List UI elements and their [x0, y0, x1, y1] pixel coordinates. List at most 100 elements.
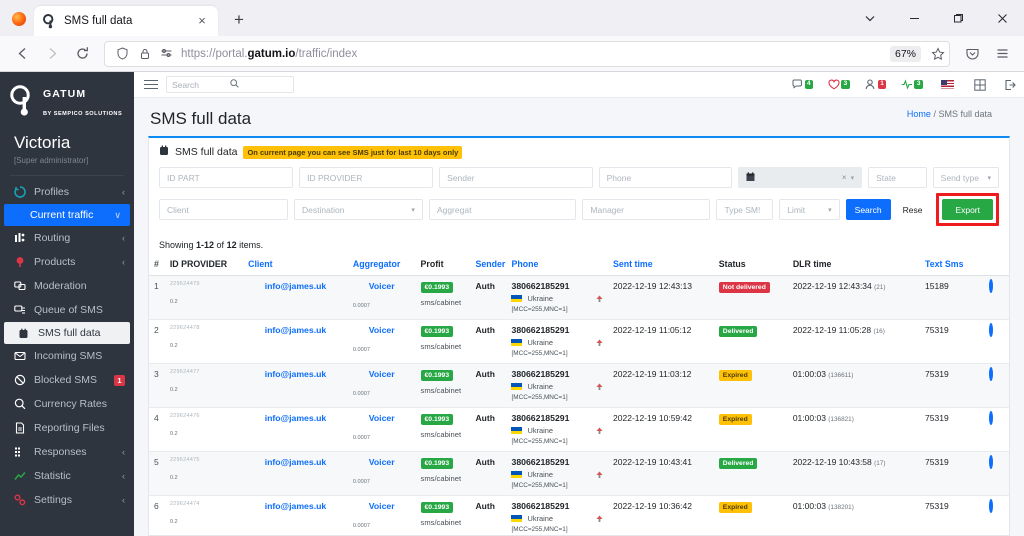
th-aggregator[interactable]: Aggregator	[347, 255, 416, 276]
client-link[interactable]: info@james.uk	[248, 369, 343, 379]
sidebar-item-settings[interactable]: Settings ‹	[0, 488, 134, 512]
view-icon[interactable]	[988, 499, 993, 513]
view-icon[interactable]	[988, 455, 993, 469]
th-phone[interactable]: Phone	[506, 255, 609, 276]
tracking-protection-icon[interactable]	[159, 46, 174, 61]
back-button-icon[interactable]	[8, 40, 36, 68]
view-icon[interactable]	[988, 279, 993, 293]
close-window-button[interactable]	[980, 0, 1024, 36]
sidebar-item-statistic[interactable]: Statistic ‹	[0, 464, 134, 488]
maximize-window-button[interactable]	[936, 0, 980, 36]
sidebar-item-responses[interactable]: Responses ‹	[0, 440, 134, 464]
th-client[interactable]: Client	[243, 255, 348, 276]
grid-icon[interactable]	[974, 78, 986, 91]
new-tab-button[interactable]: +	[226, 7, 252, 33]
filter-aggregat-input[interactable]: Aggregat	[428, 199, 577, 220]
zoom-level-indicator[interactable]: 67%	[889, 45, 921, 62]
client-link[interactable]: info@james.uk	[248, 501, 343, 511]
filter-client-input[interactable]: Client	[159, 199, 288, 220]
aggregator-link[interactable]: Voicer	[353, 281, 411, 291]
filter-date-range-input[interactable]: × ▾	[737, 167, 863, 188]
cell-sender: Auth	[470, 495, 507, 535]
bookmark-star-icon[interactable]	[930, 46, 945, 61]
search-input[interactable]: Search	[166, 76, 294, 93]
filter-phone-input[interactable]: Phone	[598, 167, 732, 188]
lock-icon[interactable]	[137, 46, 152, 61]
aggregator-link[interactable]: Voicer	[353, 413, 411, 423]
profit-sub: sms/cabinet	[420, 386, 462, 395]
search-button[interactable]: Search	[845, 199, 891, 220]
sidebar-item-products[interactable]: Products ‹	[0, 250, 134, 274]
cell-id-provider: 229624475 0.2	[164, 451, 244, 496]
alerts-counter-icon[interactable]: 3	[828, 79, 850, 90]
th-dlr-time: DLR time	[787, 255, 921, 276]
placeholder: Limit	[787, 204, 806, 215]
filter-manager-input[interactable]: Manager	[582, 199, 711, 220]
reload-button-icon[interactable]	[68, 40, 96, 68]
aggregator-link[interactable]: Voicer	[353, 369, 411, 379]
sidebar-item-blocked-sms[interactable]: Blocked SMS 1	[0, 368, 134, 392]
filter-type-sm-input[interactable]: Type SM!	[716, 199, 774, 220]
sidebar-item-sms-full-data[interactable]: SMS full data	[4, 322, 130, 345]
table-row[interactable]: 3 229624477 0.2 info@james.uk Voicer 0.0007 €0…	[149, 363, 1009, 408]
sidebar-item-currency-rates[interactable]: Currency Rates	[0, 392, 134, 416]
url-bar[interactable]: https://portal.gatum.io/traffic/index 67…	[104, 40, 950, 67]
filter-send-type-select[interactable]: Send type ▾	[932, 167, 999, 188]
filter-sender-input[interactable]: Sender	[439, 167, 593, 188]
table-scroll-area[interactable]: # ID PROVIDER Client Aggregator Profit S…	[149, 255, 1009, 535]
close-tab-icon[interactable]: ×	[194, 13, 210, 29]
th-sent-time[interactable]: Sent time	[608, 255, 714, 276]
view-icon[interactable]	[988, 411, 993, 425]
mcc-mnc: [MCC=255,MNC=1]	[511, 350, 568, 357]
minimize-window-button[interactable]	[892, 0, 936, 36]
table-row[interactable]: 5 229624475 0.2 info@james.uk Voicer 0.0007 €0…	[149, 451, 1009, 496]
sidebar-item-profiles[interactable]: Profiles ‹	[0, 180, 134, 204]
th-sender[interactable]: Sender	[470, 255, 507, 276]
search-icon[interactable]	[230, 79, 288, 90]
browser-tab[interactable]: SMS full data ×	[34, 6, 218, 36]
sms-counter-icon[interactable]: 4	[792, 79, 814, 90]
filter-state-input[interactable]: State	[868, 167, 927, 188]
status-counter-icon[interactable]: 3	[901, 79, 923, 90]
aggregator-link[interactable]: Voicer	[353, 325, 411, 335]
th-text-sms[interactable]: Text Sms	[920, 255, 984, 276]
forward-button-icon[interactable]	[38, 40, 66, 68]
view-icon[interactable]	[988, 323, 993, 337]
sidebar-item-current-traffic[interactable]: Current traffic ∨	[4, 204, 130, 227]
sidebar-item-routing[interactable]: Routing ‹	[0, 226, 134, 250]
chevron-down-icon[interactable]: ▾	[851, 174, 855, 182]
aggregator-link[interactable]: Voicer	[353, 457, 411, 467]
sidebar-item-reporting-files[interactable]: Reporting Files	[0, 416, 134, 440]
pocket-icon[interactable]	[958, 40, 986, 68]
table-row[interactable]: 6 229624474 0.2 info@james.uk Voicer 0.0007 €0…	[149, 495, 1009, 535]
cell-id-provider: 229624479 0.2	[164, 275, 244, 320]
export-button[interactable]: Export	[942, 199, 994, 220]
client-link[interactable]: info@james.uk	[248, 457, 343, 467]
client-link[interactable]: info@james.uk	[248, 325, 343, 335]
client-link[interactable]: info@james.uk	[248, 281, 343, 291]
table-row[interactable]: 2 229624478 0.2 info@james.uk Voicer 0.0007 €0…	[149, 319, 1009, 364]
breadcrumb-home-link[interactable]: Home	[907, 109, 931, 119]
us-flag-icon[interactable]	[941, 80, 954, 89]
filter-id-provider-input[interactable]: ID PROVIDER	[299, 167, 434, 188]
client-link[interactable]: info@james.uk	[248, 413, 343, 423]
logout-icon[interactable]	[1004, 79, 1016, 91]
aggregator-link[interactable]: Voicer	[353, 501, 411, 511]
browser-menu-icon[interactable]	[988, 40, 1016, 68]
list-all-tabs-icon[interactable]	[848, 0, 892, 36]
hamburger-icon[interactable]	[144, 79, 158, 90]
table-row[interactable]: 1 229624479 0.2 info@james.uk Voicer 0.0007 €0…	[149, 275, 1009, 320]
view-icon[interactable]	[988, 367, 993, 381]
sidebar-item-queue-of-sms[interactable]: Queue of SMS	[0, 298, 134, 322]
mcc-mnc: [MCC=255,MNC=1]	[511, 482, 568, 489]
filter-limit-select[interactable]: Limit ▾	[779, 199, 840, 220]
sidebar-item-incoming-sms[interactable]: Incoming SMS	[0, 344, 134, 368]
table-row[interactable]: 4 229624476 0.2 info@james.uk Voicer 0.0007 €0…	[149, 407, 1009, 452]
shield-icon[interactable]	[115, 46, 130, 61]
filter-id-part-input[interactable]: ID PART	[159, 167, 294, 188]
filter-destination-select[interactable]: Destination ▾	[293, 199, 423, 220]
users-counter-icon[interactable]: 1	[865, 79, 887, 90]
clear-date-icon[interactable]: ×	[842, 173, 847, 182]
sidebar-item-moderation[interactable]: Moderation	[0, 274, 134, 298]
reset-button[interactable]: Rese	[896, 199, 929, 220]
